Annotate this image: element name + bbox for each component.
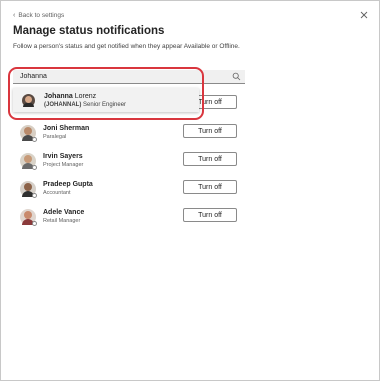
avatar — [20, 125, 37, 142]
suggestion-title: Senior Engineer — [81, 101, 127, 108]
person-role: Accountant — [43, 190, 71, 196]
person-name: Pradeep Gupta — [43, 181, 93, 188]
person-role: Project Manager — [43, 162, 84, 168]
presence-status-icon — [32, 193, 37, 198]
suggestion-detail: (JOHANNAL) Senior Engineer — [44, 101, 126, 109]
page-subtitle: Follow a person's status and get notifie… — [13, 43, 240, 50]
suggestion-name-rest: Lorenz — [72, 92, 97, 100]
search-icon[interactable] — [232, 72, 241, 81]
person-row: Pradeep Gupta Accountant Turn off — [20, 179, 240, 199]
avatar — [20, 209, 37, 226]
settings-panel: ‹ Back to settings Manage status notific… — [0, 0, 380, 381]
turn-off-button[interactable]: Turn off — [183, 208, 237, 222]
avatar — [20, 153, 37, 170]
people-search-box — [13, 70, 245, 84]
back-to-settings-link[interactable]: ‹ Back to settings — [13, 12, 64, 19]
chevron-left-icon: ‹ — [13, 12, 16, 19]
suggestion-name: Johanna Lorenz — [44, 92, 126, 101]
person-name: Irvin Sayers — [43, 153, 83, 160]
people-search-input[interactable] — [13, 70, 220, 83]
avatar — [22, 93, 35, 107]
person-row: Joni Sherman Paralegal Turn off — [20, 123, 240, 143]
avatar — [20, 181, 37, 198]
suggestion-name-match: Johanna — [44, 92, 73, 100]
suggestion-alias: (JOHANNAL) — [44, 101, 82, 108]
presence-status-icon — [32, 165, 37, 170]
presence-status-icon — [32, 221, 37, 226]
close-icon[interactable] — [359, 10, 369, 20]
person-role: Retail Manager — [43, 218, 81, 224]
back-label: Back to settings — [18, 12, 65, 19]
person-row: Irvin Sayers Project Manager Turn off — [20, 151, 240, 171]
person-row: Adele Vance Retail Manager Turn off — [20, 207, 240, 227]
person-name: Adele Vance — [43, 209, 85, 216]
turn-off-button[interactable]: Turn off — [183, 180, 237, 194]
turn-off-button[interactable]: Turn off — [183, 152, 237, 166]
search-suggestion-item[interactable]: Johanna Lorenz (JOHANNAL) Senior Enginee… — [13, 88, 199, 112]
page-title: Manage status notifications — [13, 25, 165, 37]
person-role: Paralegal — [43, 134, 67, 140]
person-name: Joni Sherman — [43, 125, 90, 132]
turn-off-button[interactable]: Turn off — [183, 124, 237, 138]
presence-status-icon — [32, 137, 37, 142]
